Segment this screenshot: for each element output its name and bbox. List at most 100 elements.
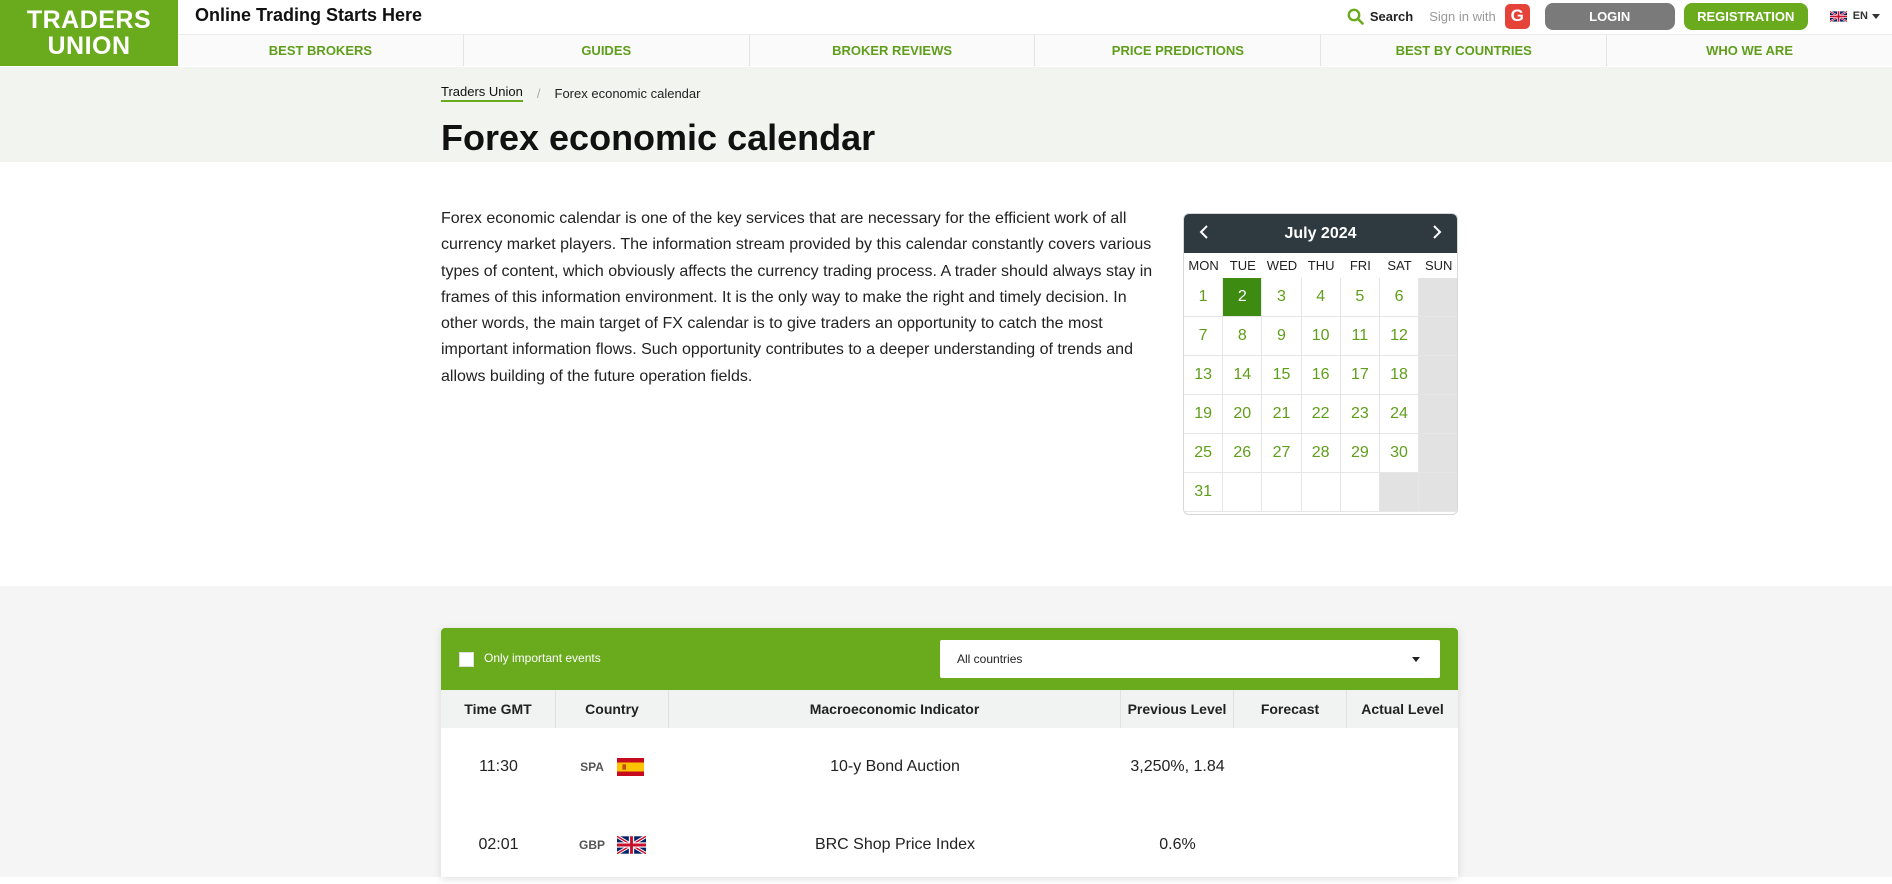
calendar-day[interactable]: 25 <box>1184 434 1224 473</box>
column-header-country: Country <box>556 690 669 728</box>
calendar-day[interactable]: 27 <box>1262 434 1302 473</box>
event-forecast <box>1234 728 1347 806</box>
events-table-header: Time GMT Country Macroeconomic Indicator… <box>441 690 1458 728</box>
calendar-day[interactable]: 6 <box>1379 278 1420 317</box>
calendar-day[interactable]: 31 <box>1184 473 1224 512</box>
calendar-day[interactable]: 20 <box>1223 395 1263 434</box>
site-logo[interactable]: TRADERS UNION <box>0 0 178 66</box>
weekday-label: THU <box>1307 258 1335 273</box>
calendar-empty-cell <box>1379 473 1420 512</box>
calendar-day[interactable]: 24 <box>1379 395 1420 434</box>
nav-item-best-brokers[interactable]: BEST BROKERS <box>178 35 464 66</box>
event-indicator[interactable]: BRC Shop Price Index <box>669 806 1121 884</box>
weekday-label: MON <box>1188 258 1219 273</box>
chevron-down-icon <box>1412 657 1420 662</box>
google-icon: G <box>1510 6 1524 25</box>
language-label: EN <box>1852 10 1868 22</box>
calendar-empty-cell <box>1419 317 1457 356</box>
calendar-day[interactable]: 7 <box>1184 317 1224 356</box>
calendar-day[interactable]: 10 <box>1301 317 1341 356</box>
chevron-down-icon <box>1872 13 1880 19</box>
calendar-day[interactable]: 16 <box>1301 356 1341 395</box>
calendar-day[interactable]: 12 <box>1379 317 1420 356</box>
header-actions: Search Sign in with G LOGIN REGISTRATION… <box>1347 2 1892 30</box>
column-header-forecast: Forecast <box>1234 690 1347 728</box>
nav-item-guides[interactable]: GUIDES <box>464 35 750 66</box>
calendar-day[interactable]: 19 <box>1184 395 1224 434</box>
calendar-day[interactable]: 1 <box>1184 278 1224 317</box>
main-nav: BEST BROKERS GUIDES BROKER REVIEWS PRICE… <box>178 34 1892 66</box>
search-icon <box>1347 8 1364 25</box>
calendar-day-selected[interactable]: 2 <box>1223 278 1263 317</box>
calendar-day[interactable]: 4 <box>1301 278 1341 317</box>
column-header-time: Time GMT <box>441 690 556 728</box>
calendar-day[interactable]: 17 <box>1340 356 1380 395</box>
calendar-empty-cell <box>1419 395 1457 434</box>
chevron-right-icon <box>1433 225 1442 239</box>
search-button[interactable]: Search <box>1347 8 1413 25</box>
breadcrumb: Traders Union / Forex economic calendar <box>441 84 700 102</box>
calendar-day[interactable]: 18 <box>1379 356 1420 395</box>
column-header-previous: Previous Level <box>1121 690 1234 728</box>
calendar-weekdays: MON TUE WED THU FRI SAT SUN <box>1184 253 1457 278</box>
logo-line-2: UNION <box>47 32 131 60</box>
prev-month-button[interactable] <box>1196 223 1212 244</box>
event-time: 11:30 <box>479 758 518 775</box>
site-tagline: Online Trading Starts Here <box>195 5 423 25</box>
calendar-header: July 2024 <box>1184 214 1457 253</box>
nav-item-broker-reviews[interactable]: BROKER REVIEWS <box>750 35 1036 66</box>
breadcrumb-home-link[interactable]: Traders Union <box>441 84 523 102</box>
important-events-checkbox[interactable] <box>459 652 474 667</box>
date-picker-calendar: July 2024 MON TUE WED THU FRI SAT SUN 12… <box>1183 213 1458 515</box>
country-code: GBP <box>578 838 605 852</box>
title-band <box>0 67 1892 162</box>
calendar-day[interactable]: 5 <box>1340 278 1380 317</box>
uk-flag-icon <box>617 836 646 854</box>
nav-item-who-we-are[interactable]: WHO WE ARE <box>1607 35 1892 66</box>
table-row[interactable]: 11:30 SPA 10-y Bond Auction 3,250%, 1.84 <box>441 728 1458 806</box>
signin-label: Sign in with <box>1429 8 1496 24</box>
calendar-day[interactable]: 30 <box>1379 434 1420 473</box>
google-signin-button[interactable]: G <box>1504 3 1530 29</box>
calendar-day[interactable]: 21 <box>1262 395 1302 434</box>
calendar-day[interactable]: 13 <box>1184 356 1224 395</box>
events-filter-bar: Only important events All countries <box>441 628 1458 690</box>
calendar-day[interactable]: 11 <box>1340 317 1380 356</box>
calendar-day[interactable]: 29 <box>1340 434 1380 473</box>
weekday-label: FRI <box>1349 258 1371 273</box>
breadcrumb-current: Forex economic calendar <box>554 85 701 101</box>
event-country: SPA <box>556 728 669 806</box>
weekday-label: WED <box>1266 258 1298 273</box>
important-events-label[interactable]: Only important events <box>484 651 601 665</box>
calendar-day[interactable]: 22 <box>1301 395 1341 434</box>
calendar-day[interactable]: 8 <box>1223 317 1263 356</box>
country-select[interactable]: All countries <box>940 640 1440 678</box>
language-selector[interactable]: EN <box>1829 10 1880 22</box>
calendar-day[interactable]: 3 <box>1262 278 1302 317</box>
calendar-day[interactable]: 28 <box>1301 434 1341 473</box>
calendar-day[interactable]: 14 <box>1223 356 1263 395</box>
calendar-day[interactable]: 26 <box>1223 434 1263 473</box>
nav-item-price-predictions[interactable]: PRICE PREDICTIONS <box>1035 35 1322 66</box>
calendar-empty-cell <box>1262 473 1302 512</box>
event-previous: 3,250%, 1.84 <box>1130 758 1225 775</box>
nav-item-best-by-countries[interactable]: BEST BY COUNTRIES <box>1321 35 1608 66</box>
chevron-left-icon <box>1199 225 1208 239</box>
table-row[interactable]: 02:01 GBP BRC Shop Price Index 0.6% <box>441 806 1458 884</box>
event-country: GBP <box>556 806 669 884</box>
registration-button[interactable]: REGISTRATION <box>1683 2 1808 30</box>
calendar-empty-cell <box>1419 278 1457 317</box>
event-indicator[interactable]: 10-y Bond Auction <box>669 728 1121 806</box>
calendar-day[interactable]: 15 <box>1262 356 1302 395</box>
calendar-empty-cell <box>1340 473 1380 512</box>
calendar-day[interactable]: 9 <box>1262 317 1302 356</box>
event-actual <box>1347 728 1458 806</box>
breadcrumb-separator: / <box>536 85 541 101</box>
weekday-label: TUE <box>1229 258 1256 273</box>
page-title: Forex economic calendar <box>441 117 876 158</box>
site-header: TRADERS UNION Online Trading Starts Here… <box>0 0 1892 66</box>
calendar-day[interactable]: 23 <box>1340 395 1380 434</box>
next-month-button[interactable] <box>1429 223 1445 244</box>
login-button[interactable]: LOGIN <box>1544 2 1675 30</box>
calendar-empty-cell <box>1419 434 1457 473</box>
